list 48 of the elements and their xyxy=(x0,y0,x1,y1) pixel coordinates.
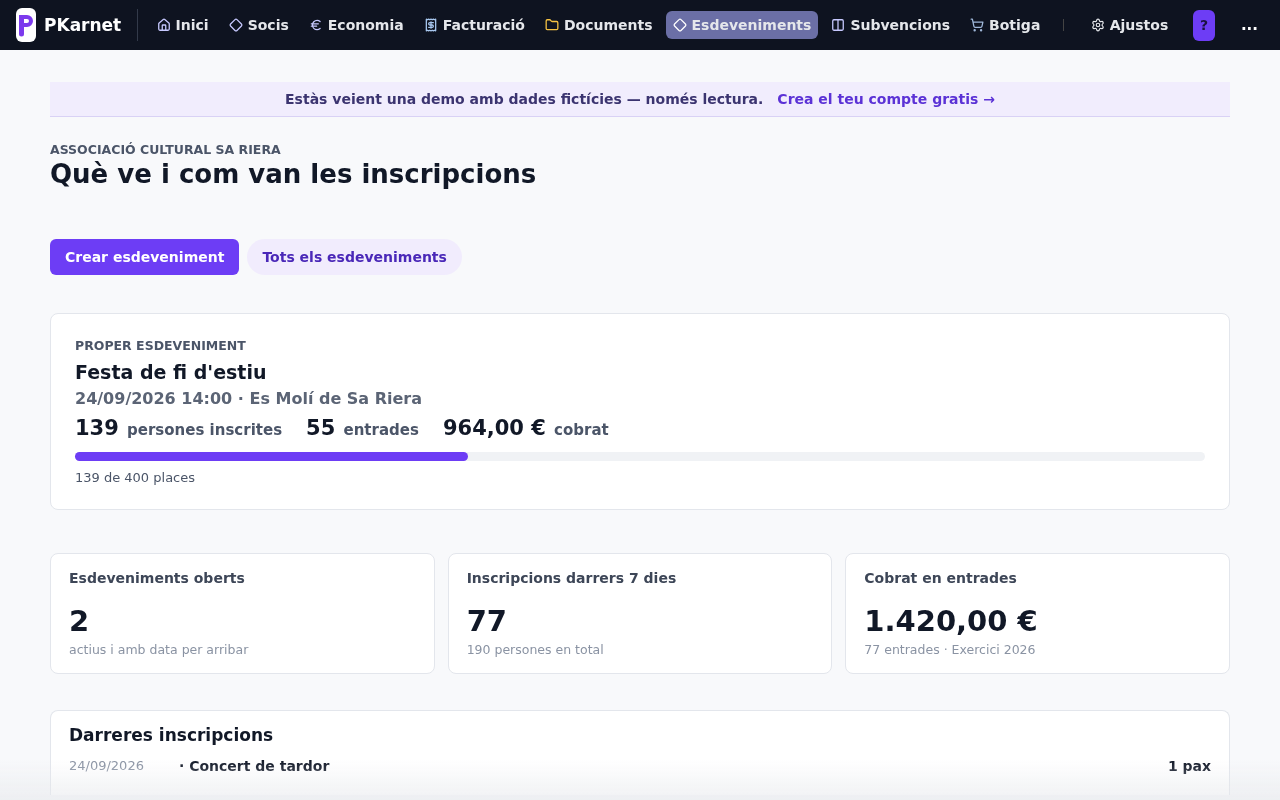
capacity-caption: 139 de 400 places xyxy=(75,470,197,485)
stat-note: 190 persones en total xyxy=(466,642,605,657)
event-metric: 55 entrades xyxy=(306,416,419,440)
nav-tab[interactable]: Inici xyxy=(149,11,216,39)
nav-tab[interactable]: Economia xyxy=(301,11,411,39)
org-name: ASSOCIACIÓ CULTURAL SA RIERA xyxy=(50,142,282,157)
row-event: · Concert de tardor xyxy=(179,757,331,775)
card-eyebrow: PROPER ESDEVENIMENT xyxy=(75,338,247,353)
event-date-place: 24/09/2026 14:00 · Es Molí de Sa Riera xyxy=(75,389,424,408)
nav-tab[interactable]: Socis xyxy=(221,11,296,39)
stat-title: Inscripcions darrers 7 dies xyxy=(466,570,678,586)
create-button[interactable]: Crear esdeveniment xyxy=(50,239,240,275)
stat-value: 1.420,00 € xyxy=(864,604,1039,638)
stat-note: 77 entrades · Exercici 2026 xyxy=(864,642,1037,657)
event-title: Festa de fi d'estiu xyxy=(75,361,268,383)
stat-value: 2 xyxy=(69,604,91,638)
nav-tab[interactable]: Esdeveniments xyxy=(665,11,819,39)
euro-icon xyxy=(308,18,323,32)
settings-icon xyxy=(1090,18,1105,32)
event-metric: 139 persones inscrites xyxy=(75,416,283,440)
stat-title: Esdeveniments oberts xyxy=(69,570,246,586)
more-button[interactable]: ... xyxy=(1234,15,1264,35)
nav-tab[interactable]: Subvencions xyxy=(824,11,958,39)
receipt-icon xyxy=(423,18,438,32)
row-count: 1 pax xyxy=(1167,757,1211,775)
all-events-button[interactable]: Tots els esdeveniments xyxy=(247,239,462,275)
row-date: 24/09/2026 xyxy=(69,757,145,775)
settings-link[interactable]: Ajustos xyxy=(1083,11,1176,39)
nav-tab[interactable]: Documents xyxy=(537,11,660,39)
signup-link[interactable]: Crea el teu compte gratis → xyxy=(777,91,995,107)
cart-icon xyxy=(970,18,985,32)
folder-icon xyxy=(544,18,559,32)
diamond-icon xyxy=(672,18,687,32)
banner-text: Estàs veient una demo amb dades fictícies — només lectura. xyxy=(285,91,764,107)
stat-note: actius i amb data per arribar xyxy=(69,642,250,657)
page-title: Què ve i com van les inscripcions xyxy=(50,159,538,189)
columns-icon xyxy=(831,18,846,32)
stat-title: Cobrat en entrades xyxy=(864,570,1018,586)
section-title: Darreres inscripcions xyxy=(69,725,275,745)
brand-name: PKarnet xyxy=(44,15,122,35)
diamond-icon xyxy=(228,18,243,32)
nav-tab[interactable]: Facturació xyxy=(416,11,532,39)
nav-tab[interactable]: Botiga xyxy=(963,11,1048,39)
home-icon xyxy=(156,18,171,32)
stat-value: 77 xyxy=(466,604,508,638)
logo-icon xyxy=(16,13,36,37)
app-logo[interactable] xyxy=(16,8,36,42)
event-metric: 964,00 € cobrat xyxy=(442,416,609,440)
